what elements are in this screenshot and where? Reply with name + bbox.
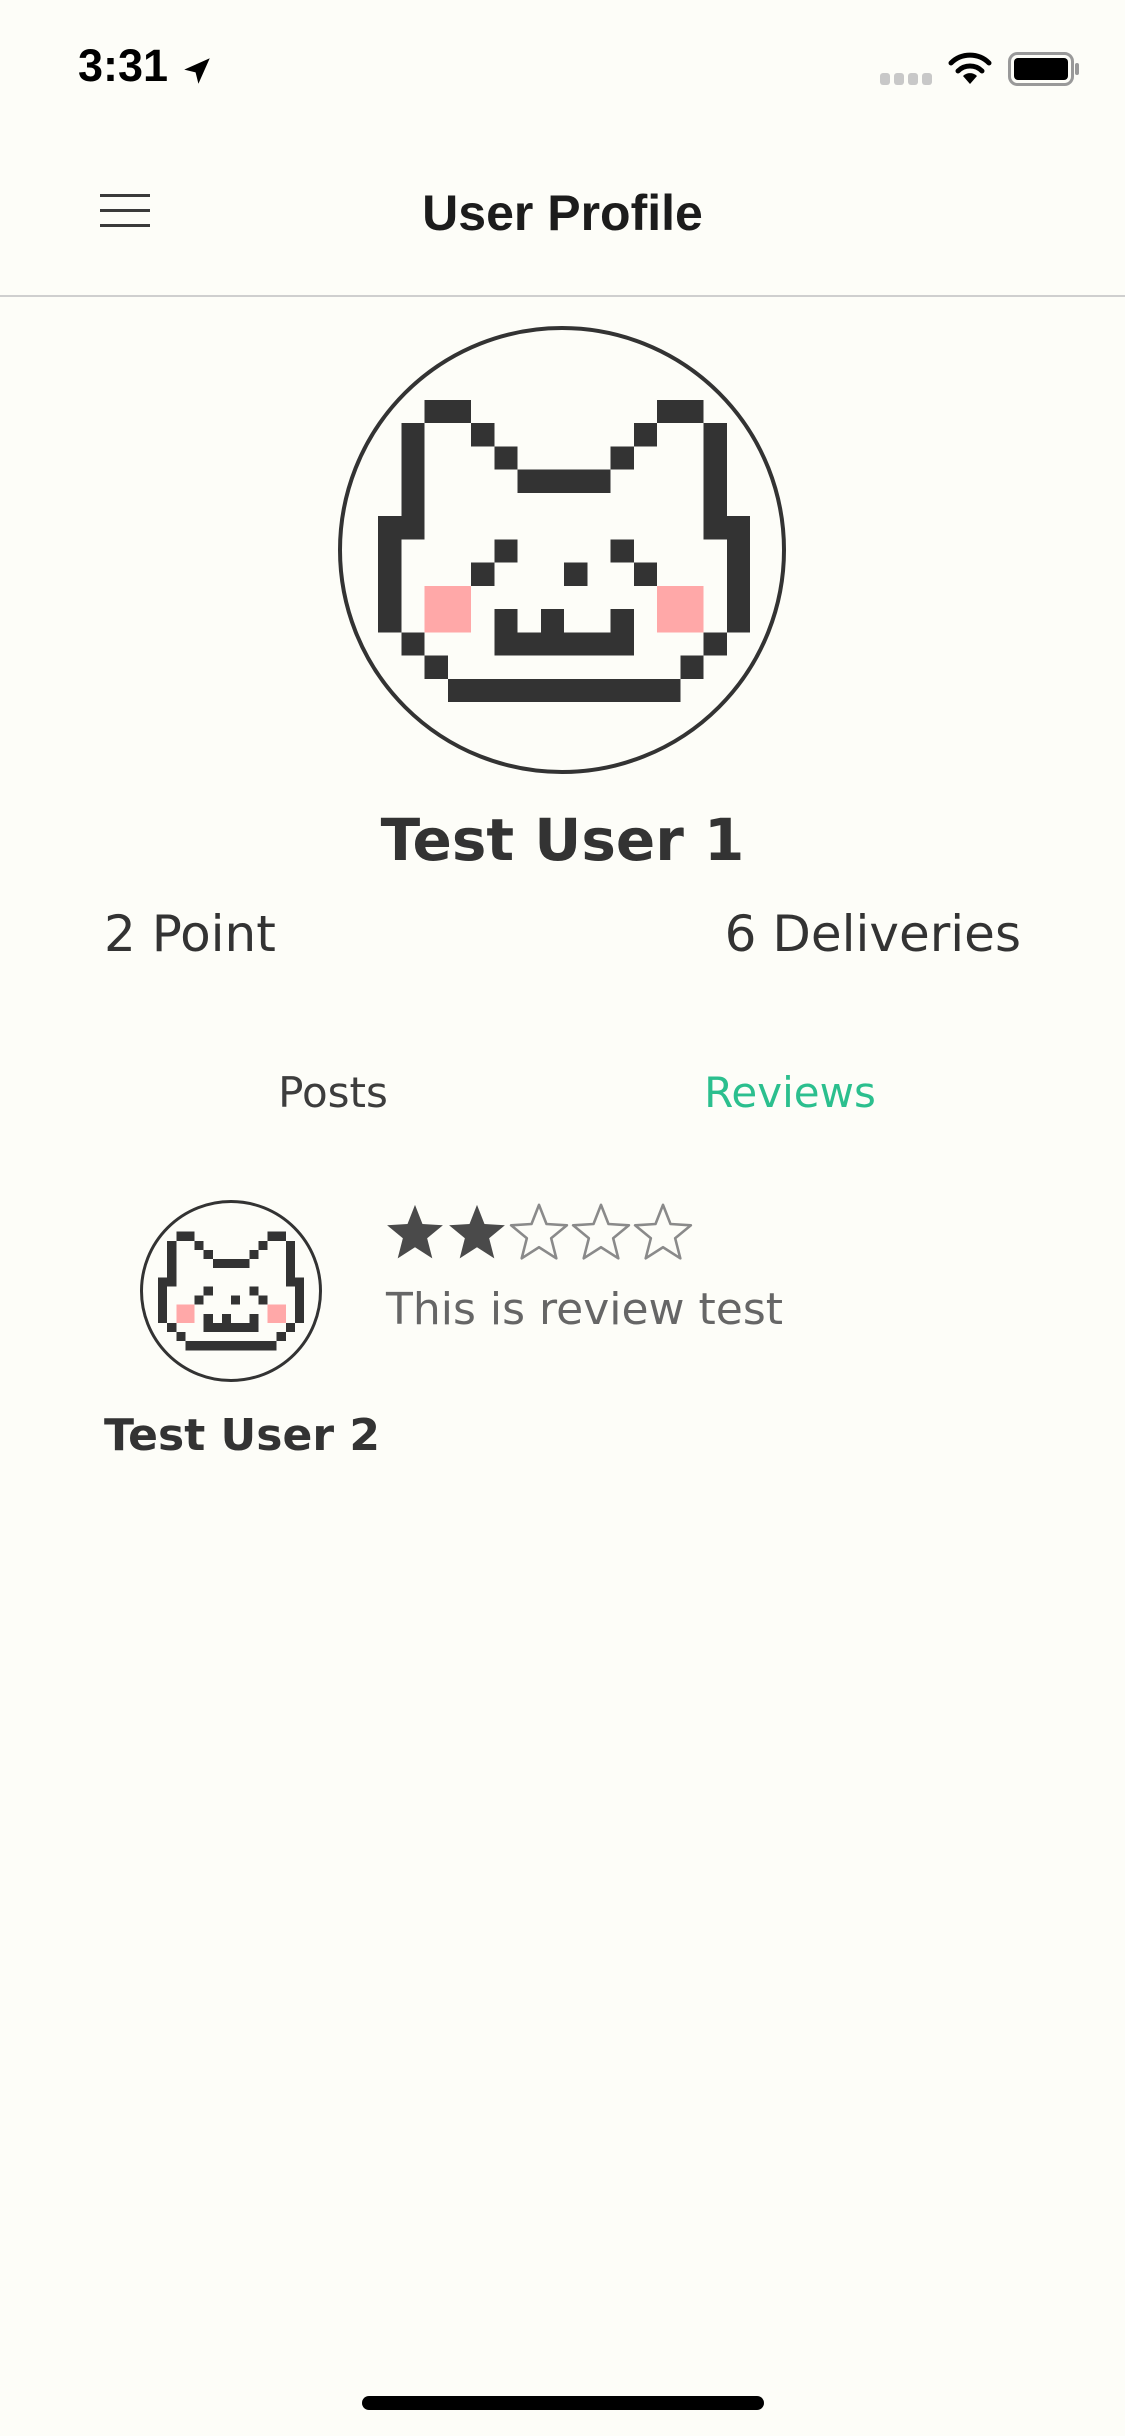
tab-reviews[interactable]: Reviews <box>590 1068 990 1117</box>
star-empty-icon <box>571 1203 631 1260</box>
profile-avatar <box>338 326 786 774</box>
reviewer-name[interactable]: Test User 2 <box>104 1410 380 1461</box>
star-filled-icon <box>449 1204 505 1259</box>
tab-posts[interactable]: Posts <box>133 1068 533 1117</box>
star-filled-icon <box>387 1204 443 1259</box>
review-text: This is review test <box>386 1284 784 1335</box>
status-bar: 3:31 <box>0 0 1125 132</box>
status-time: 3:31 <box>78 40 169 91</box>
points-count: 2 Point <box>104 905 276 963</box>
profile-name: Test User 1 <box>380 806 745 874</box>
deliveries-count: 6 Deliveries <box>724 905 1021 963</box>
star-rating <box>384 1196 694 1272</box>
reviewer-avatar[interactable] <box>140 1200 322 1382</box>
navigation-bar: User Profile <box>0 132 1125 297</box>
star-empty-icon <box>509 1203 569 1260</box>
signal-icon <box>880 73 932 85</box>
location-arrow-icon <box>184 58 210 84</box>
page-title: User Profile <box>422 185 703 241</box>
star-empty-icon <box>633 1203 693 1260</box>
battery-icon <box>1008 52 1079 86</box>
wifi-icon <box>948 52 992 84</box>
review-item: Test User 2 This is review test <box>0 1196 1125 1476</box>
pixel-cat-icon <box>378 399 750 703</box>
home-indicator[interactable] <box>362 2396 764 2410</box>
pixel-cat-icon <box>158 1231 304 1351</box>
